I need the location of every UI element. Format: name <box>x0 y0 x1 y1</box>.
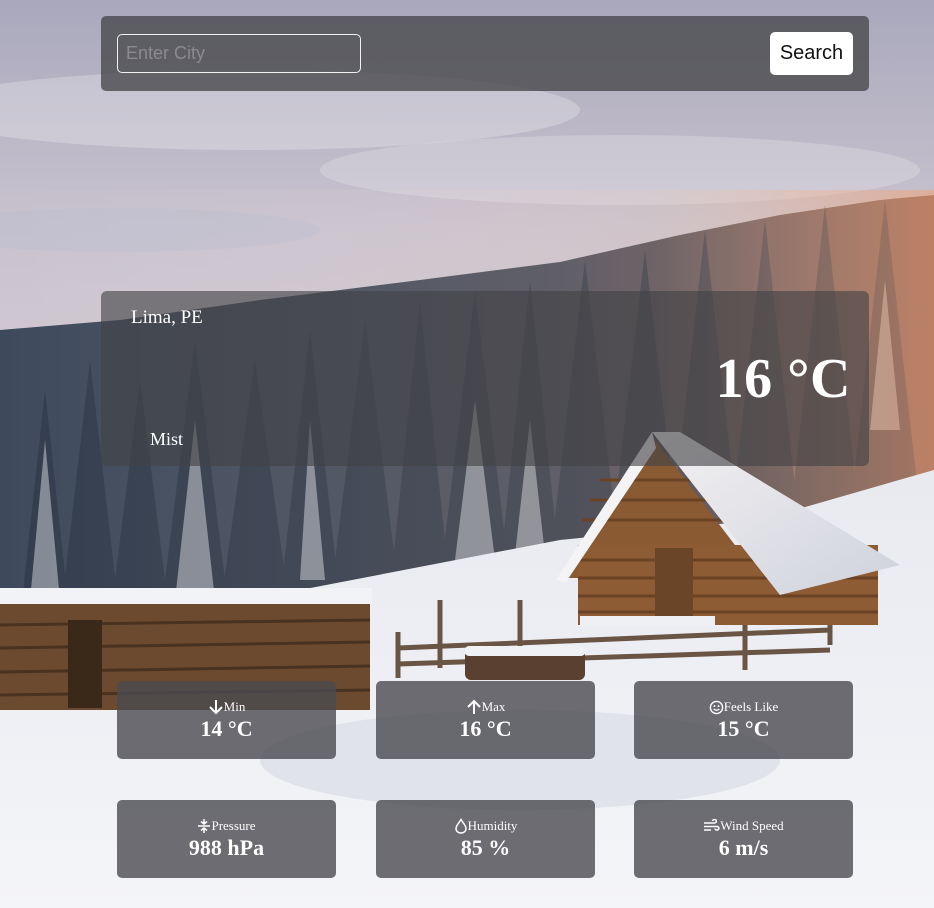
droplet-icon <box>454 818 468 834</box>
stat-label-max: Max <box>481 699 506 714</box>
stat-card-wind-speed: Wind Speed 6 m/s <box>634 800 853 878</box>
stat-value-max: 16 °C <box>459 716 512 741</box>
search-button[interactable]: Search <box>770 32 853 75</box>
stat-label-feels-like: Feels Like <box>723 699 779 714</box>
stat-value-min: 14 °C <box>200 716 253 741</box>
city-search-input[interactable] <box>117 34 361 73</box>
search-bar: Search <box>101 16 869 91</box>
stat-label-min: Min <box>223 699 246 714</box>
stat-value-pressure: 988 hPa <box>188 835 265 860</box>
wind-icon <box>703 818 720 834</box>
stat-card-feels-like: Feels Like 15 °C <box>634 681 853 759</box>
stat-label-pressure: Pressure <box>211 818 256 833</box>
current-temperature: 16 °C <box>715 348 851 410</box>
smiley-icon <box>709 700 724 715</box>
stat-value-feels-like: 15 °C <box>717 716 770 741</box>
stat-card-max: Max 16 °C <box>376 681 595 759</box>
stat-card-min: Min 14 °C <box>117 681 336 759</box>
arrow-down-icon <box>208 699 224 715</box>
stat-label-wind-speed: Wind Speed <box>720 818 784 833</box>
arrow-up-icon <box>466 699 482 715</box>
location-label: Lima, PE <box>131 307 203 328</box>
current-weather-card: Lima, PE 16 °C Mist <box>101 291 869 466</box>
stat-card-humidity: Humidity 85 % <box>376 800 595 878</box>
stat-card-pressure: Pressure 988 hPa <box>117 800 336 878</box>
pressure-icon <box>197 818 211 834</box>
stat-value-wind-speed: 6 m/s <box>718 835 769 860</box>
weather-condition: Mist <box>150 429 184 449</box>
stat-label-humidity: Humidity <box>467 818 518 833</box>
stat-value-humidity: 85 % <box>460 835 511 860</box>
